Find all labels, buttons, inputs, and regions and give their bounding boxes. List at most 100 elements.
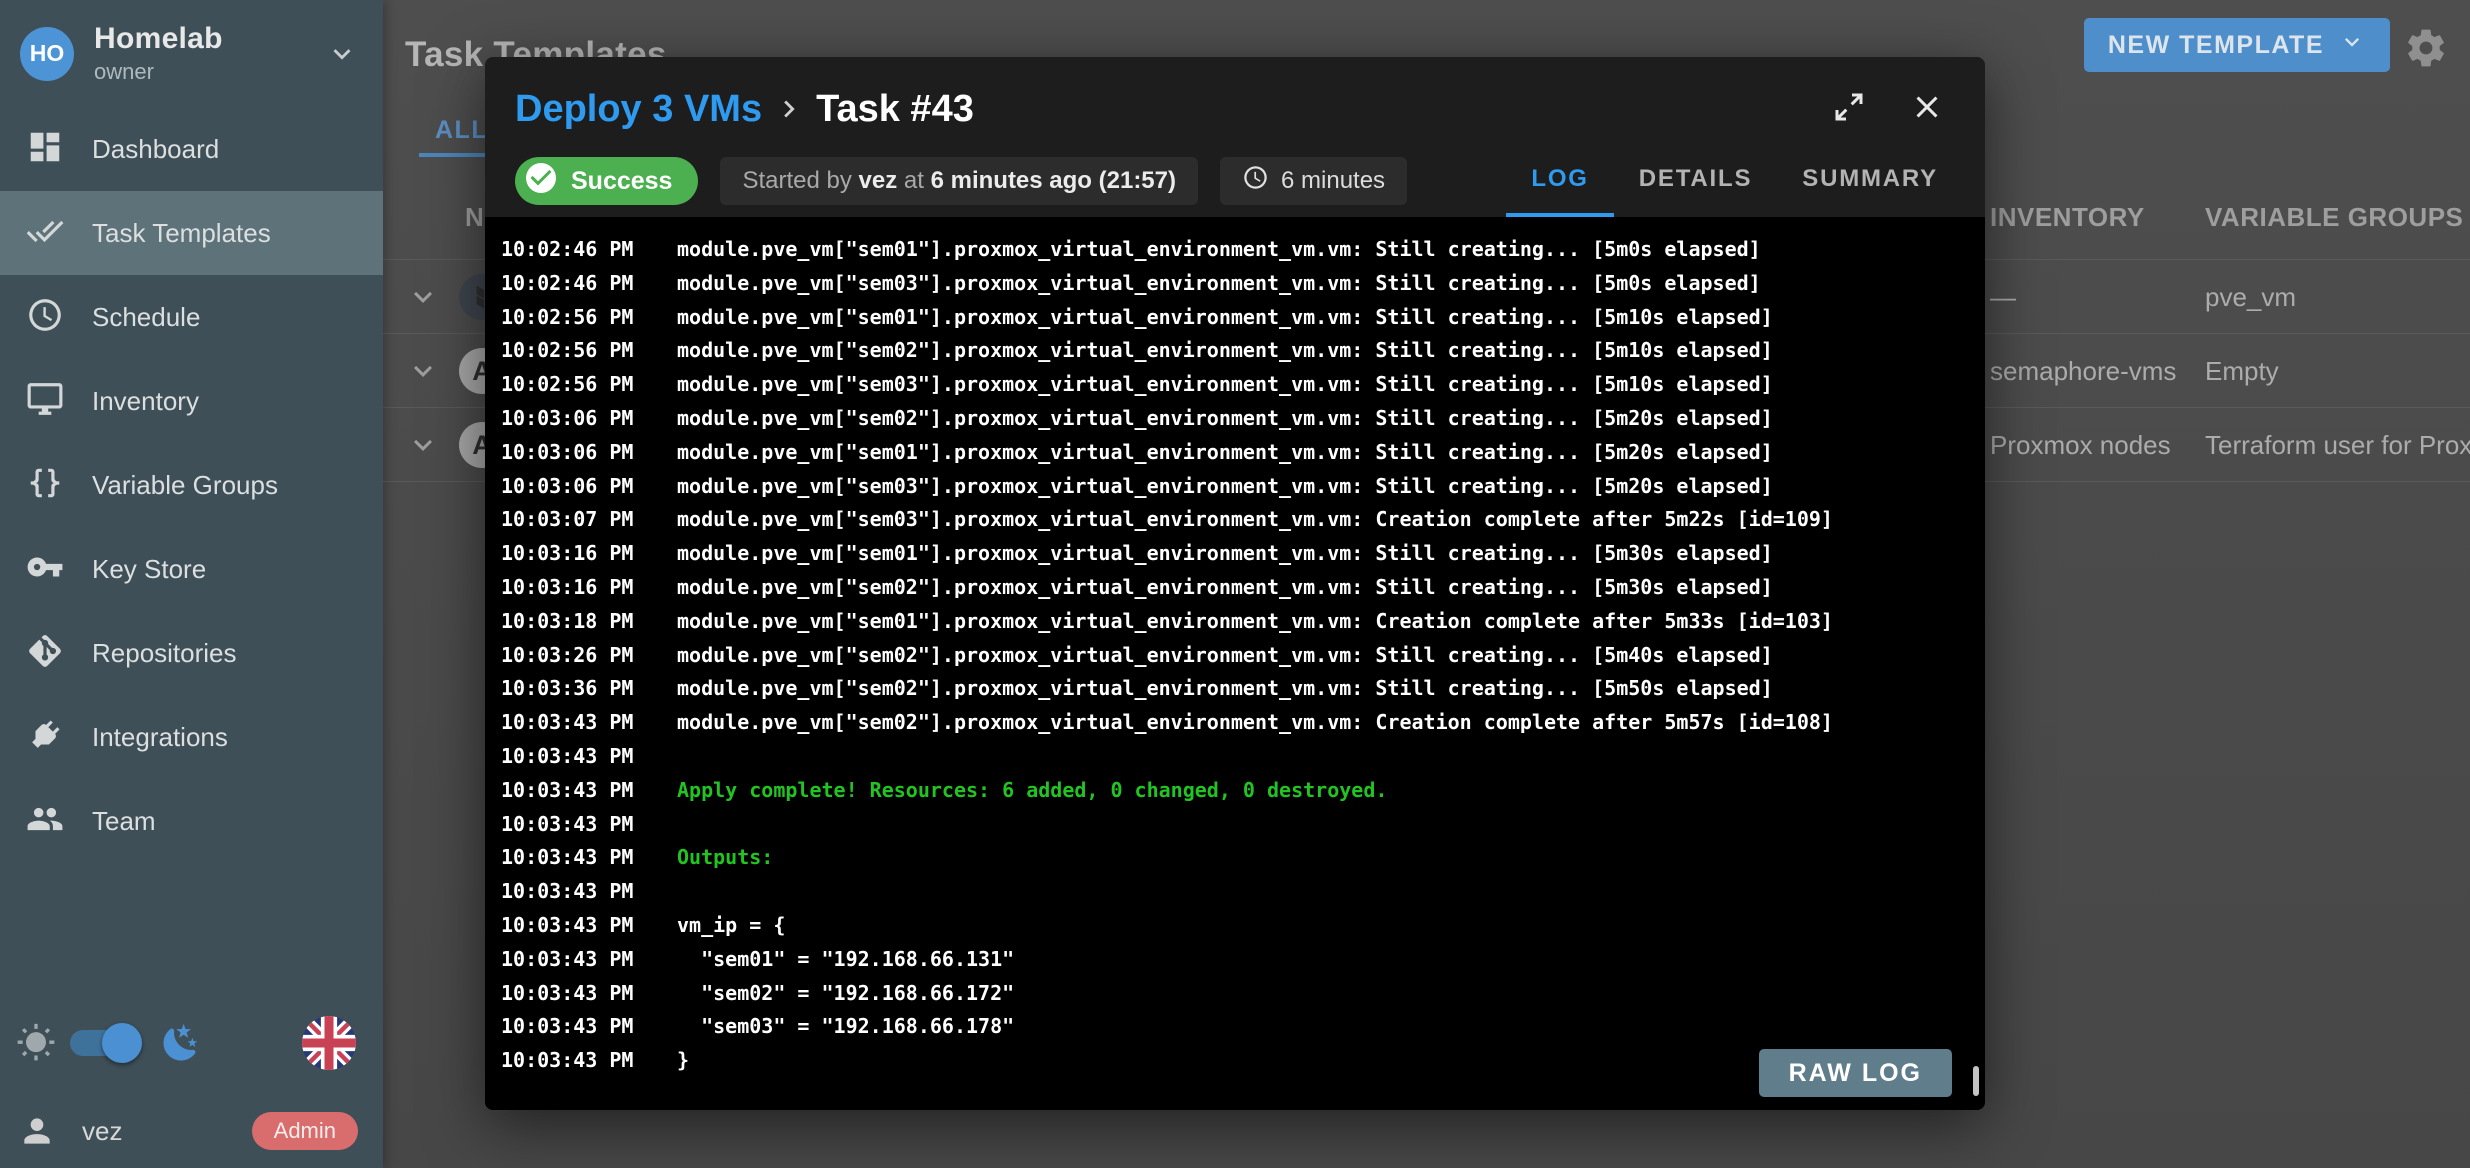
column-header-name: N (465, 202, 484, 233)
expand-icon[interactable] (1831, 89, 1867, 130)
duration-chip: 6 minutes (1220, 157, 1407, 205)
user-name: vez (82, 1116, 122, 1147)
log-line: 10:03:16 PMmodule.pve_vm["sem01"].proxmo… (501, 537, 1985, 571)
modal-header-actions (1831, 89, 1955, 130)
gear-icon[interactable] (2404, 26, 2448, 70)
modal-tab-log[interactable]: LOG (1506, 145, 1613, 217)
log-timestamp: 10:02:46 PM (501, 233, 647, 267)
log-line: 10:03:36 PMmodule.pve_vm["sem02"].proxmo… (501, 672, 1985, 706)
log-timestamp: 10:03:43 PM (501, 909, 647, 943)
sidebar-item-schedule[interactable]: Schedule (0, 275, 383, 359)
sidebar-item-variable-groups[interactable]: Variable Groups (0, 443, 383, 527)
log-timestamp: 10:03:36 PM (501, 672, 647, 706)
chevron-down-icon[interactable] (405, 279, 441, 315)
modal-status-row: Success Started by vez at 6 minutes ago … (485, 145, 1985, 217)
sidebar-item-label: Inventory (92, 386, 199, 417)
scrollbar-thumb[interactable] (1973, 1066, 1979, 1096)
modal-tab-summary[interactable]: SUMMARY (1777, 145, 1963, 217)
column-header-inventory: INVENTORY (1990, 202, 2145, 233)
sidebar-item-integrations[interactable]: Integrations (0, 695, 383, 779)
started-user: vez (859, 167, 898, 195)
log-line: 10:03:18 PM module.pve_vm["sem01"].proxmo… (501, 605, 1985, 639)
started-chip: Started by vez at 6 minutes ago (21:57) (720, 157, 1198, 205)
log-line: 10:03:43 PMApply complete! Resources: 6 … (501, 774, 1985, 808)
log-line: 10:03:07 PMmodule.pve_vm["sem03"].proxmo… (501, 503, 1985, 537)
status-label: Success (571, 167, 672, 196)
log-line: 10:03:43 PM "sem01" = "192.168.66.131" (501, 943, 1985, 977)
sidebar-item-label: Key Store (92, 554, 206, 585)
sidebar-item-team[interactable]: Team (0, 779, 383, 863)
sidebar-item-label: Variable Groups (92, 470, 278, 501)
chevron-down-icon[interactable] (405, 427, 441, 463)
log-message: module.pve_vm["sem01"].proxmox_virtual_e… (677, 609, 1833, 633)
log-timestamp: 10:03:43 PM (501, 943, 647, 977)
raw-log-button[interactable]: RAW LOG (1759, 1049, 1952, 1097)
log-line: 10:03:06 PM module.pve_vm["sem02"].proxmo… (501, 402, 1985, 436)
uk-flag-icon[interactable] (302, 1016, 356, 1070)
sidebar-item-key-store[interactable]: Key Store (0, 527, 383, 611)
log-line: 10:02:46 PM module.pve_vm["sem03"].proxmo… (501, 267, 1985, 301)
modal-tabs: LOGDETAILSSUMMARY (1506, 145, 1985, 217)
project-switcher[interactable]: HO Homelab owner (0, 0, 383, 97)
started-prefix: Started by (742, 167, 858, 195)
log-line: 10:03:06 PM module.pve_vm["sem01"].proxmo… (501, 436, 1985, 470)
chevron-down-icon (2338, 28, 2366, 63)
dark-mode-toggle[interactable] (70, 1030, 134, 1056)
log-line: 10:02:56 PMmodule.pve_vm["sem02"].proxmo… (501, 334, 1985, 368)
duration-label: 6 minutes (1281, 167, 1385, 195)
log-message: module.pve_vm["sem01"].proxmox_virtual_e… (677, 440, 1773, 464)
project-role: owner (94, 59, 325, 85)
started-time: 6 minutes ago (21:57) (931, 167, 1176, 195)
log-timestamp: 10:03:43 PM (501, 774, 647, 808)
git-icon (26, 632, 64, 675)
log-message: "sem01" = "192.168.66.131" (677, 947, 1014, 971)
log-timestamp: 10:02:46 PM (501, 267, 647, 301)
app-root: HO Homelab owner Dashboard Task Templates… (0, 0, 2470, 1168)
log-message: module.pve_vm["sem02"].proxmox_virtual_e… (677, 406, 1773, 430)
log-line: 10:03:43 PM (501, 808, 1985, 842)
user-icon (18, 1112, 56, 1150)
log-message: module.pve_vm["sem03"].proxmox_virtual_e… (677, 271, 1761, 295)
log-message: module.pve_vm["sem02"].proxmox_virtual_e… (677, 575, 1773, 599)
log-line: 10:03:43 PM "sem02" = "192.168.66.172" (501, 977, 1985, 1011)
log-timestamp: 10:03:18 PM (501, 605, 647, 639)
dashboard-icon (26, 128, 64, 171)
log-timestamp: 10:03:43 PM (501, 706, 647, 740)
log-timestamp: 10:03:26 PM (501, 639, 647, 673)
log-timestamp: 10:03:06 PM (501, 436, 647, 470)
sidebar: HO Homelab owner Dashboard Task Templates… (0, 0, 383, 1168)
close-icon[interactable] (1909, 89, 1945, 130)
log-line: 10:03:16 PMmodule.pve_vm["sem02"].proxmo… (501, 571, 1985, 605)
sidebar-item-dashboard[interactable]: Dashboard (0, 107, 383, 191)
log-message: module.pve_vm["sem03"].proxmox_virtual_e… (677, 474, 1773, 498)
chevron-down-icon[interactable] (405, 353, 441, 389)
log-line: 10:03:06 PMmodule.pve_vm["sem03"].proxmo… (501, 470, 1985, 504)
log-timestamp: 10:02:56 PM (501, 301, 647, 335)
sidebar-item-inventory[interactable]: Inventory (0, 359, 383, 443)
log-message: "sem02" = "192.168.66.172" (677, 981, 1014, 1005)
log-line: 10:03:43 PMmodule.pve_vm["sem02"].proxmo… (501, 706, 1985, 740)
breadcrumb-template-link[interactable]: Deploy 3 VMs (515, 88, 762, 131)
chevron-right-icon (772, 92, 806, 126)
log-line: 10:03:43 PMOutputs: (501, 841, 1985, 875)
log-timestamp: 10:03:06 PM (501, 402, 647, 436)
cell-inventory: semaphore-vms (1990, 356, 2176, 387)
sidebar-item-label: Task Templates (92, 218, 271, 249)
sidebar-item-task-templates[interactable]: Task Templates (0, 191, 383, 275)
new-template-button[interactable]: NEW TEMPLATE (2084, 18, 2390, 72)
log-timestamp: 10:03:43 PM (501, 1010, 647, 1044)
sidebar-item-repositories[interactable]: Repositories (0, 611, 383, 695)
log-message: module.pve_vm["sem03"].proxmox_virtual_e… (677, 372, 1773, 396)
log-message: module.pve_vm["sem01"].proxmox_virtual_e… (677, 305, 1773, 329)
user-row[interactable]: vez Admin (0, 1108, 383, 1154)
log-timestamp: 10:03:43 PM (501, 740, 647, 774)
log-message: module.pve_vm["sem03"].proxmox_virtual_e… (677, 507, 1833, 531)
sidebar-item-label: Integrations (92, 722, 228, 753)
modal-tab-details[interactable]: DETAILS (1614, 145, 1778, 217)
started-middle: at (897, 167, 930, 195)
log-line: 10:02:56 PM module.pve_vm["sem01"].proxmo… (501, 301, 1985, 335)
tab-all[interactable]: ALL (435, 116, 488, 145)
log-line: 10:03:43 PM (501, 740, 1985, 774)
log-timestamp: 10:03:43 PM (501, 875, 647, 909)
admin-badge: Admin (252, 1112, 358, 1150)
